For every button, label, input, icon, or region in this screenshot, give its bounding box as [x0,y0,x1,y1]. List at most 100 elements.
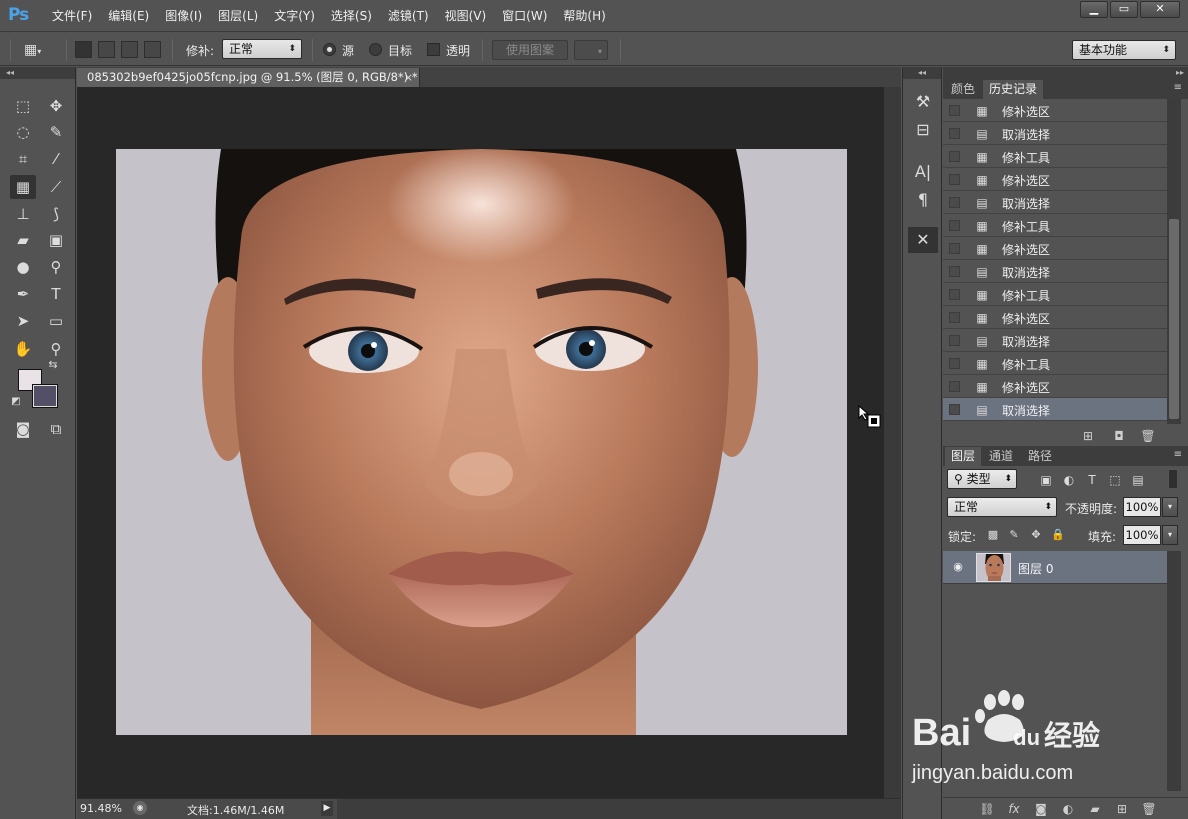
eyedropper-icon[interactable]: ⁄ [43,147,69,171]
new-group-icon[interactable]: ▰ [1086,801,1104,817]
patch-mode-select[interactable]: 正常 ⬍ [222,39,302,59]
eye-icon[interactable]: ◉ [951,561,965,573]
tab-paths[interactable]: 路径 [1022,447,1058,466]
clone-stamp-icon[interactable]: ⊥ [10,202,36,226]
new-selection-button[interactable] [75,41,92,58]
lasso-tool-icon[interactable]: ◌ [10,120,36,144]
filter-toggle-switch[interactable] [1168,469,1178,489]
history-snapshot-checkbox[interactable] [949,289,960,300]
history-snapshot-checkbox[interactable] [949,220,960,231]
history-brush-icon[interactable]: ⟆ [43,202,69,226]
rectangular-marquee-icon[interactable]: ⬚ [10,94,36,118]
trash-icon[interactable]: 🗑 [1140,801,1158,817]
dodge-tool-icon[interactable]: ⚲ [43,255,69,279]
history-row[interactable]: ▦ 修补选区 [943,237,1167,260]
history-scrollbar[interactable] [1167,99,1181,424]
trash-icon[interactable]: 🗑 [1139,428,1157,444]
minimize-button[interactable]: ▁ [1080,1,1108,18]
smart-object-filter-icon[interactable]: ▤ [1130,472,1146,488]
maximize-button[interactable]: ▭ [1110,1,1138,18]
history-row[interactable]: ▤ 取消选择 [943,260,1167,283]
patch-tool-icon[interactable]: ▦ [10,175,36,199]
history-snapshot-checkbox[interactable] [949,381,960,392]
history-scrollbar-thumb[interactable] [1169,219,1179,419]
history-snapshot-checkbox[interactable] [949,266,960,277]
hand-tool-icon[interactable]: ✋ [10,337,36,361]
history-row[interactable]: ▦ 修补工具 [943,145,1167,168]
add-mask-icon[interactable]: ◙ [1032,801,1050,817]
history-snapshot-checkbox[interactable] [949,174,960,185]
menu-image[interactable]: 图像(I) [157,8,210,24]
history-snapshot-checkbox[interactable] [949,243,960,254]
history-row[interactable]: ▦ 修补工具 [943,283,1167,306]
create-snapshot-icon[interactable]: ◘ [1110,428,1128,444]
menu-help[interactable]: 帮助(H) [555,8,613,24]
history-row[interactable]: ▦ 修补选区 [943,168,1167,191]
character-panel-icon[interactable]: A| [908,159,938,185]
close-icon[interactable]: × [404,68,413,87]
history-row[interactable]: ▤ 取消选择 [943,398,1167,421]
history-row[interactable]: ▤ 取消选择 [943,329,1167,352]
lock-pixels-icon[interactable]: ✎ [1007,528,1021,542]
menu-layer[interactable]: 图层(L) [210,8,266,24]
history-snapshot-checkbox[interactable] [949,358,960,369]
history-row[interactable]: ▦ 修补工具 [943,214,1167,237]
blur-tool-icon[interactable]: ● [10,255,36,279]
type-layer-filter-icon[interactable]: T [1084,472,1100,488]
tab-channels[interactable]: 通道 [983,447,1019,466]
quick-selection-icon[interactable]: ✎ [43,120,69,144]
document-tab[interactable]: 085302b9ef0425jo05fcnp.jpg @ 91.5% (图层 0… [77,68,420,87]
menu-select[interactable]: 选择(S) [323,8,380,24]
opacity-slider-toggle[interactable]: ▾ [1162,497,1178,517]
shape-layer-filter-icon[interactable]: ⬚ [1107,472,1123,488]
add-to-selection-button[interactable] [98,41,115,58]
fill-slider-toggle[interactable]: ▾ [1162,525,1178,545]
status-info-icon[interactable]: ◉ [133,801,147,815]
crop-tool-icon[interactable]: ⌗ [10,147,36,171]
history-snapshot-checkbox[interactable] [949,128,960,139]
adjustment-layer-icon[interactable]: ◐ [1059,801,1077,817]
status-menu-arrow-icon[interactable]: ▶ [321,801,333,816]
pen-tool-icon[interactable]: ✒ [10,282,36,306]
lock-position-icon[interactable]: ✥ [1029,528,1043,542]
history-snapshot-checkbox[interactable] [949,404,960,415]
opacity-input[interactable]: 100% [1123,497,1161,517]
brush-tool-icon[interactable]: ⟋ [43,175,69,199]
history-snapshot-checkbox[interactable] [949,312,960,323]
history-snapshot-checkbox[interactable] [949,197,960,208]
brush-presets-icon[interactable]: ⚒ [908,89,938,115]
pixel-layer-filter-icon[interactable]: ▣ [1038,472,1054,488]
link-layers-icon[interactable]: ⛓ [978,801,996,817]
intersect-selection-button[interactable] [144,41,161,58]
layers-scrollbar[interactable] [1167,551,1181,791]
move-tool-icon[interactable]: ✥ [43,94,69,118]
tool-preset-picker[interactable]: ▦▾ [24,40,58,60]
tab-color[interactable]: 颜色 [945,80,981,99]
layer-filter-select[interactable]: ⚲ 类型 ⬍ [947,469,1017,489]
history-row[interactable]: ▦ 修补选区 [943,306,1167,329]
history-row[interactable]: ▦ 修补选区 [943,375,1167,398]
panel-menu-icon[interactable]: ≡ [1174,82,1182,93]
document-image[interactable] [116,149,847,735]
new-layer-icon[interactable]: ⊞ [1113,801,1131,817]
lock-all-icon[interactable]: 🔒 [1051,528,1065,542]
subtract-selection-button[interactable] [121,41,138,58]
layer-thumbnail[interactable] [976,553,1011,582]
gradient-tool-icon[interactable]: ▣ [43,228,69,252]
tools-panel-header[interactable]: ◂◂ [0,67,75,79]
background-color-swatch[interactable] [32,384,58,408]
history-snapshot-checkbox[interactable] [949,151,960,162]
lock-transparent-icon[interactable]: ▩ [986,528,1000,542]
eraser-tool-icon[interactable]: ▰ [10,228,36,252]
transparent-checkbox[interactable] [427,43,440,56]
type-tool-icon[interactable]: T [43,282,69,306]
quick-mask-icon[interactable]: ◙ [10,417,36,441]
history-row[interactable]: ▦ 修补选区 [943,99,1167,122]
workspace-select[interactable]: 基本功能 ⬍ [1072,40,1176,60]
close-window-button[interactable]: ✕ [1140,1,1180,18]
layer-name[interactable]: 图层 0 [1018,560,1053,577]
screen-mode-icon[interactable]: ⧉ [43,417,69,441]
zoom-level[interactable]: 91.48% [80,802,122,815]
rectangle-shape-icon[interactable]: ▭ [43,309,69,333]
path-selection-icon[interactable]: ➤ [10,309,36,333]
